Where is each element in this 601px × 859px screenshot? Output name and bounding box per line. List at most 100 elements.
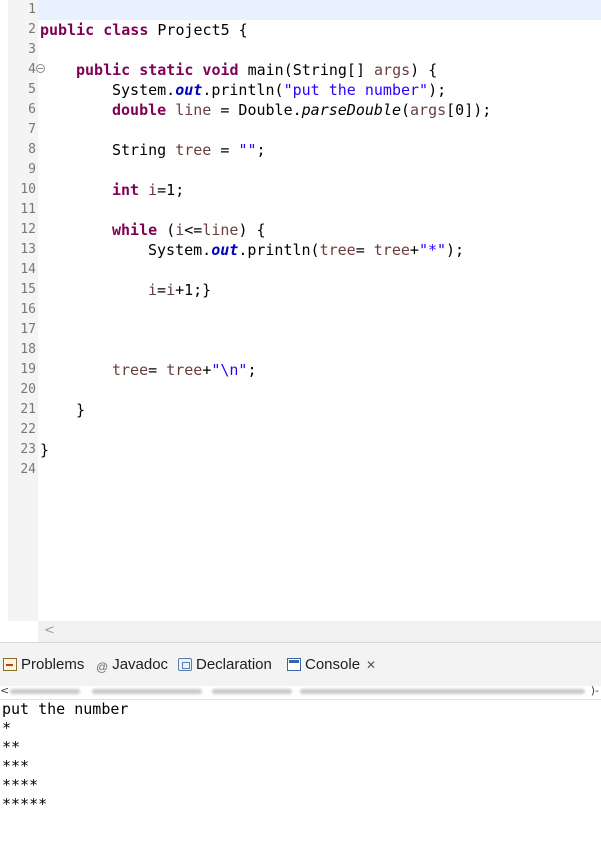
string-literal: "" <box>238 141 257 159</box>
console-icon <box>287 658 301 671</box>
line-number: 6 <box>28 102 36 117</box>
code-token: <= <box>184 221 203 239</box>
line-number: 11 <box>20 202 36 217</box>
code-line: tree= tree+"\n"; <box>112 360 257 380</box>
keyword: int <box>112 181 149 199</box>
console-line: * <box>2 719 12 737</box>
string-literal: "*" <box>418 241 447 259</box>
code-token: Project5 { <box>157 21 248 39</box>
code-line: int i=1; <box>112 180 184 200</box>
console-line: ***** <box>2 795 48 813</box>
tab-javadoc[interactable]: @ Javadoc <box>96 654 168 676</box>
variable: i <box>148 181 158 199</box>
declaration-icon <box>178 658 192 671</box>
variable: i <box>166 281 176 299</box>
line-number: 23 <box>20 442 36 457</box>
static-method: parseDouble <box>301 101 401 119</box>
code-line: double line = Double.parseDouble(args[0]… <box>112 100 491 120</box>
code-token: String <box>112 141 176 159</box>
tab-label: Console <box>305 656 361 673</box>
close-icon[interactable]: ✕ <box>366 658 376 672</box>
scroll-left-icon[interactable]: < <box>44 623 55 638</box>
tab-console[interactable]: Console ✕ <box>287 654 376 676</box>
code-token: = <box>157 281 167 299</box>
keyword: public static void <box>76 61 248 79</box>
line-number: 5 <box>28 82 36 97</box>
code-token: } <box>40 441 50 459</box>
line-number: 1 <box>28 2 36 17</box>
code-token: ); <box>428 81 447 99</box>
keyword: public class <box>40 21 158 39</box>
javadoc-icon: @ <box>96 660 109 674</box>
variable: tree <box>112 361 149 379</box>
tab-declaration[interactable]: Declaration <box>178 654 272 676</box>
line-number: 12 <box>20 222 36 237</box>
code-token: + <box>202 361 212 379</box>
code-token: ( <box>166 221 176 239</box>
line-number: 14 <box>20 262 36 277</box>
code-line: public class Project5 { <box>40 20 248 40</box>
code-token: .println( <box>202 81 284 99</box>
variable: tree <box>175 141 212 159</box>
line-number: 18 <box>20 342 36 357</box>
string-literal: "\n" <box>211 361 248 379</box>
code-token: ) { <box>238 221 266 239</box>
console-output[interactable]: put the number * ** *** **** ***** <box>2 700 601 814</box>
code-line: i=i+1;} <box>148 280 211 300</box>
variable: args <box>410 101 447 119</box>
tab-label: Javadoc <box>112 656 169 673</box>
line-number: 3 <box>28 42 36 57</box>
console-line: put the number <box>2 700 129 718</box>
code-token: System. <box>112 81 176 99</box>
variable: args <box>374 61 411 79</box>
code-token: [0]); <box>446 101 492 119</box>
code-token: = <box>355 241 374 259</box>
line-number: 7 <box>28 122 36 137</box>
line-number: 20 <box>20 382 36 397</box>
tab-label: Declaration <box>196 656 272 673</box>
problems-icon <box>3 658 17 671</box>
code-token: main(String[] <box>247 61 375 79</box>
console-line: ** <box>2 738 21 756</box>
line-number: 21 <box>20 402 36 417</box>
console-line: **** <box>2 776 39 794</box>
code-token: ; <box>247 361 257 379</box>
code-token: +1;} <box>175 281 212 299</box>
code-token: ) { <box>410 61 438 79</box>
variable: i <box>148 281 158 299</box>
static-field: out <box>175 81 203 99</box>
fold-toggle-icon[interactable] <box>36 64 45 73</box>
variable: tree <box>166 361 203 379</box>
tab-problems[interactable]: Problems <box>3 654 84 676</box>
console-line: *** <box>2 757 30 775</box>
console-header-right: )- <box>590 684 599 697</box>
horizontal-scrollbar[interactable]: < <box>38 621 601 642</box>
line-number: 17 <box>20 322 36 337</box>
code-token: ); <box>446 241 465 259</box>
redacted-text <box>300 689 585 694</box>
line-number: 24 <box>20 462 36 477</box>
line-number: 19 <box>20 362 36 377</box>
views-tab-bar: Problems @ Javadoc Declaration Console ✕ <box>0 642 601 686</box>
code-editor[interactable]: 1 2 3 4 5 6 7 8 9 10 11 12 13 14 15 16 1… <box>0 0 601 642</box>
redacted-text <box>92 689 202 694</box>
variable: line <box>202 221 239 239</box>
code-line: System.out.println(tree= tree+"*"); <box>148 240 464 260</box>
code-line: } <box>76 400 85 420</box>
variable: tree <box>373 241 410 259</box>
current-line-highlight <box>38 0 601 20</box>
code-token: = <box>148 361 167 379</box>
code-line: while (i<=line) { <box>112 220 266 240</box>
tab-label: Problems <box>21 656 85 673</box>
code-line: String tree = ""; <box>112 140 266 160</box>
code-token: } <box>76 401 86 419</box>
code-line: System.out.println("put the number"); <box>112 80 446 100</box>
redacted-text <box>10 689 80 694</box>
line-number: 16 <box>20 302 36 317</box>
code-line: public static void main(String[] args) { <box>76 60 437 80</box>
line-number: 4 <box>28 62 36 77</box>
keyword: double <box>112 101 176 119</box>
line-number-gutter: 1 2 3 4 5 6 7 8 9 10 11 12 13 14 15 16 1… <box>8 0 45 621</box>
line-number: 8 <box>28 142 36 157</box>
line-number: 15 <box>20 282 36 297</box>
